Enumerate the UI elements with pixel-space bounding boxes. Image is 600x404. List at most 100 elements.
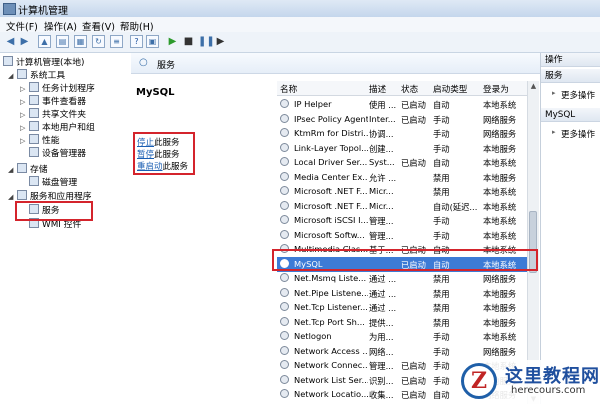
cell-name: Microsoft iSCSI I... (294, 215, 368, 225)
scroll-up-arrow-icon[interactable]: ▲ (529, 82, 538, 90)
actions-section-services[interactable]: 服务 (541, 69, 600, 83)
cell-log-on-as: 网络服务 (483, 129, 517, 139)
table-row[interactable]: Link-Layer Topol... 创建... 手动 本地服务 (277, 141, 527, 156)
back-icon[interactable]: ◀ (4, 35, 17, 48)
menu-view[interactable]: 查看(V) (82, 19, 115, 33)
menu-file[interactable]: 文件(F) (6, 19, 38, 33)
restart-service-icon[interactable]: ▶ (214, 35, 227, 48)
menu-help[interactable]: 帮助(H) (120, 19, 154, 33)
tree-item-storage[interactable]: ◢ 存储 (8, 163, 48, 176)
properties-icon[interactable]: ▦ (74, 35, 87, 48)
watermark: Z 这里教程网 herecours.com (455, 360, 600, 404)
window-title: 计算机管理 (18, 6, 68, 17)
tree-item-task-scheduler[interactable]: ▷ 任务计划程序 (20, 82, 95, 95)
column-log-on-as[interactable]: 登录为 (483, 83, 509, 95)
table-row[interactable]: Net.Tcp Port Sh... 提供... 禁用 本地服务 (277, 315, 527, 330)
tree-item-shared-folders[interactable]: ▷ 共享文件夹 (20, 108, 86, 121)
cell-description: Micr... (369, 186, 394, 196)
refresh-icon[interactable]: ↻ (92, 35, 105, 48)
actions-section-mysql[interactable]: MySQL (541, 108, 600, 122)
cell-status: 已启动 (401, 114, 426, 125)
computer-management-icon (3, 3, 16, 15)
show-hide-tree-icon[interactable]: ▤ (56, 35, 69, 48)
cell-status: 已启动 (401, 390, 426, 400)
cell-log-on-as: 本地系统 (483, 201, 517, 212)
service-gear-icon (280, 142, 289, 152)
help-icon[interactable]: ? (130, 35, 143, 48)
table-row[interactable]: Media Center Ex... 允许 ... 禁用 本地服务 (277, 170, 527, 185)
table-row[interactable]: Net.Pipe Listene... 通过 ... 禁用 本地服务 (277, 286, 527, 301)
table-row[interactable]: Microsoft iSCSI I... 管理... 手动 本地系统 (277, 213, 527, 228)
cell-description: 通过 ... (369, 303, 397, 313)
cell-name: IPsec Policy Agent (294, 113, 368, 124)
table-row[interactable]: Microsoft .NET F... Micr... 禁用 本地系统 (277, 184, 527, 199)
services-header: ○ 服务 (131, 53, 540, 74)
column-status[interactable]: 状态 (401, 83, 418, 95)
cell-log-on-as: 本地系统 (483, 332, 517, 342)
console-tree: 计算机管理(本地) ◢ 系统工具 ▷ 任务计划程序 ▷ 事件查看器 ▷ 共享文件夹 ▷ 本… (0, 53, 132, 404)
cell-status: 已启动 (401, 361, 426, 371)
cell-log-on-as: 网络服务 (483, 114, 517, 125)
services-scrollbar[interactable]: ▲ ▼ (527, 81, 539, 404)
table-row[interactable]: Local Driver Ser... Syst... 已启动 自动 本地系统 (277, 155, 527, 170)
actions-header: 操作 (541, 53, 600, 67)
cell-name: Net.Tcp Listener... (294, 302, 368, 312)
start-service-icon[interactable]: ▶ (166, 35, 179, 48)
cell-startup-type: 禁用 (433, 172, 450, 183)
tree-item-local-users[interactable]: ▷ 本地用户和组 (20, 121, 95, 134)
tree-item-device-manager[interactable]: 设备管理器 (29, 147, 86, 160)
column-startup-type[interactable]: 启动类型 (433, 83, 467, 95)
table-row[interactable]: Net.Tcp Listener... 通过 ... 禁用 本地服务 (277, 300, 527, 315)
cell-description: Inter... (369, 113, 396, 124)
cell-startup-type: 手动 (433, 143, 450, 154)
cell-startup-type: 禁用 (433, 274, 450, 284)
more-actions-services[interactable]: 更多操作 (552, 89, 595, 101)
tree-root[interactable]: 计算机管理(本地) (3, 56, 84, 69)
more-actions-mysql[interactable]: 更多操作 (552, 128, 595, 140)
export-list-icon[interactable]: ≡ (110, 35, 123, 48)
tree-item-event-viewer[interactable]: ▷ 事件查看器 (20, 95, 86, 108)
event-viewer-icon (29, 95, 39, 105)
service-gear-icon (280, 360, 289, 369)
cell-name: Microsoft .NET F... (294, 200, 368, 211)
menu-bar: 文件(F) 操作(A) 查看(V) 帮助(H) (0, 17, 600, 33)
cell-name: Microsoft Softw... (294, 229, 365, 240)
table-row[interactable]: IP Helper 使用 ... 已启动 自动 本地系统 (277, 97, 527, 112)
forward-icon[interactable]: ▶ (18, 35, 31, 48)
table-row[interactable]: Microsoft Softw... 管理... 手动 本地系统 (277, 228, 527, 243)
cell-log-on-as: 网络服务 (483, 274, 517, 284)
cell-startup-type: 手动 (433, 216, 450, 226)
search-icon: ○ (139, 57, 148, 68)
table-row[interactable]: Netlogon 为用... 手动 本地系统 (277, 329, 527, 344)
table-row[interactable]: IPsec Policy Agent Inter... 已启动 手动 网络服务 (277, 112, 527, 127)
menu-action[interactable]: 操作(A) (44, 19, 77, 33)
cell-log-on-as: 本地服务 (483, 303, 517, 313)
cell-name: Netlogon (294, 331, 332, 341)
collapse-arrow-icon[interactable]: ◢ (8, 70, 17, 83)
collapse-arrow-icon[interactable]: ◢ (8, 164, 17, 177)
table-row[interactable]: Net.Msmq Liste... 通过 ... 禁用 网络服务 (277, 271, 527, 286)
table-row[interactable]: Microsoft .NET F... Micr... 自动(延迟... 本地系统 (277, 199, 527, 214)
up-folder-icon[interactable]: ▲ (38, 35, 51, 48)
table-row[interactable]: Network Access ... 网络... 手动 网络服务 (277, 344, 527, 359)
pause-service-icon[interactable]: ❚❚ (198, 35, 215, 48)
cell-status: 已启动 (401, 375, 426, 386)
tree-item-system-tools[interactable]: ◢ 系统工具 (8, 69, 65, 82)
service-gear-icon (280, 186, 289, 195)
stop-service-icon[interactable]: ■ (182, 35, 195, 48)
column-name[interactable]: 名称 (280, 83, 297, 95)
tree-item-disk-management[interactable]: 磁盘管理 (29, 176, 77, 189)
expand-arrow-icon[interactable]: ▷ (20, 135, 29, 148)
shared-folder-icon (29, 108, 39, 118)
cell-name: IP Helper (294, 99, 332, 109)
table-row[interactable]: KtmRm for Distri... 协调... 手动 网络服务 (277, 126, 527, 141)
device-manager-icon (29, 147, 39, 157)
users-icon (29, 121, 39, 131)
cell-name: Net.Msmq Liste... (294, 273, 367, 283)
console-icon[interactable]: ▣ (146, 35, 159, 48)
tree-item-performance[interactable]: ▷ 性能 (20, 134, 60, 147)
toolbar: ◀ ▶ ▲ ▤ ▦ ↻ ≡ ? ▣ ▶ ■ ❚❚ ▶ (0, 32, 600, 53)
column-description[interactable]: 描述 (369, 83, 386, 95)
service-gear-icon (280, 128, 289, 137)
cell-name: Local Driver Ser... (294, 157, 368, 167)
